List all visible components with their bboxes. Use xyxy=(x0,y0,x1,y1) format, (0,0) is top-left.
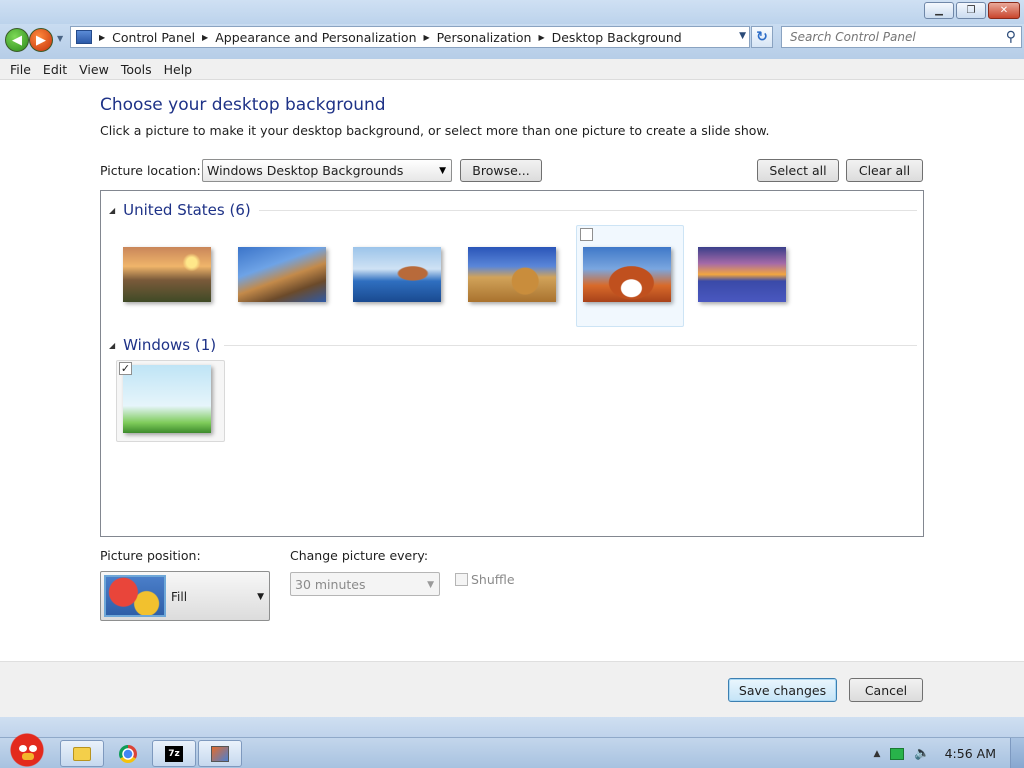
breadcrumb-separator-icon[interactable]: ▶ xyxy=(424,33,430,42)
search-icon[interactable]: ⚲ xyxy=(1006,29,1016,45)
cancel-button[interactable]: Cancel xyxy=(849,678,923,702)
page-title: Choose your desktop background xyxy=(100,95,386,115)
minimize-button[interactable]: ▁ xyxy=(924,2,954,19)
breadcrumb-appearance[interactable]: Appearance and Personalization xyxy=(215,30,416,45)
personalization-icon xyxy=(211,745,229,762)
address-bar[interactable]: ▶ Control Panel ▶ Appearance and Persona… xyxy=(70,26,750,48)
change-picture-label: Change picture every: xyxy=(290,548,429,563)
picture-position-value: Fill xyxy=(171,590,188,604)
page-description: Click a picture to make it your desktop … xyxy=(100,123,770,138)
restore-button[interactable]: ❐ xyxy=(956,2,986,19)
shuffle-checkbox-box[interactable] xyxy=(455,573,468,586)
group-title: United States (6) xyxy=(123,201,251,219)
taskbar: 7z ▲ 🔈 4:56 AM xyxy=(0,728,1024,768)
picture-location-label: Picture location: xyxy=(100,163,201,178)
breadcrumb-control-panel[interactable]: Control Panel xyxy=(112,30,195,45)
back-button[interactable]: ◀ xyxy=(5,28,29,52)
wallpaper-thumbnail-lake-flowers[interactable] xyxy=(698,247,786,302)
clock[interactable]: 4:56 AM xyxy=(945,746,996,761)
save-changes-button[interactable]: Save changes xyxy=(728,678,837,702)
volume-icon[interactable]: 🔈 xyxy=(914,746,930,761)
menu-bar: File Edit View Tools Help xyxy=(0,59,1024,80)
search-box[interactable]: ⚲ xyxy=(781,26,1022,48)
7zip-icon: 7z xyxy=(165,745,183,762)
bird-beak xyxy=(22,753,34,760)
chevron-down-icon: ▼ xyxy=(427,580,434,590)
window-title-bar: ▁ ❐ ✕ xyxy=(0,0,1024,24)
collapse-triangle-icon[interactable]: ◢ xyxy=(109,206,115,215)
change-interval-value: 30 minutes xyxy=(295,576,366,592)
wallpaper-thumbnail-sunset-valley[interactable] xyxy=(123,247,211,302)
wallpaper-thumbnail-lighthouse[interactable] xyxy=(238,247,326,302)
group-title: Windows (1) xyxy=(123,336,217,354)
breadcrumb-desktop-background[interactable]: Desktop Background xyxy=(552,30,682,45)
breadcrumb-separator-icon[interactable]: ▶ xyxy=(99,33,105,42)
shuffle-checkbox[interactable]: Shuffle xyxy=(455,572,515,587)
menu-tools[interactable]: Tools xyxy=(116,62,157,77)
picture-position-select[interactable]: Fill ▼ xyxy=(100,571,270,621)
recent-pages-chevron-icon[interactable]: ▼ xyxy=(57,34,63,43)
bird-eye xyxy=(19,745,27,752)
browse-button[interactable]: Browse... xyxy=(460,159,542,182)
wallpaper-thumbnail-rock-coast[interactable] xyxy=(353,247,441,302)
window-bottom-border xyxy=(0,717,1024,737)
taskbar-explorer-button[interactable] xyxy=(60,740,104,767)
window-controls: ▁ ❐ ✕ xyxy=(924,2,1020,19)
flower-preview-icon xyxy=(104,575,166,617)
select-all-button[interactable]: Select all xyxy=(757,159,839,182)
control-panel-icon xyxy=(76,30,92,44)
picture-location-value: Windows Desktop Backgrounds xyxy=(207,163,404,178)
thumbnail-checkbox-checked[interactable]: ✓ xyxy=(119,362,132,375)
menu-file[interactable]: File xyxy=(5,62,36,77)
picture-gallery[interactable]: ◢ United States (6) ◢ Windows (1) ✓ xyxy=(100,190,924,537)
taskbar-7zip-button[interactable]: 7z xyxy=(152,740,196,767)
dialog-footer: Save changes Cancel xyxy=(0,661,1024,717)
forward-button[interactable]: ▶ xyxy=(29,28,53,52)
wallpaper-thumbnail-arch[interactable] xyxy=(583,247,671,302)
picture-position-label: Picture position: xyxy=(100,548,201,563)
system-tray: ▲ 🔈 4:56 AM xyxy=(874,738,1024,768)
menu-help[interactable]: Help xyxy=(159,62,198,77)
chevron-down-icon: ▼ xyxy=(439,166,446,176)
menu-edit[interactable]: Edit xyxy=(38,62,72,77)
menu-view[interactable]: View xyxy=(74,62,114,77)
breadcrumb-personalization[interactable]: Personalization xyxy=(437,30,532,45)
start-button-angry-bird-icon[interactable] xyxy=(6,728,48,768)
change-interval-select[interactable]: 30 minutes ▼ xyxy=(290,572,440,596)
chevron-down-icon: ▼ xyxy=(257,592,264,602)
close-button[interactable]: ✕ xyxy=(988,2,1020,19)
thumbnail-checkbox[interactable] xyxy=(580,228,593,241)
network-icon[interactable] xyxy=(890,747,905,760)
clear-all-button[interactable]: Clear all xyxy=(846,159,923,182)
group-divider xyxy=(224,344,917,346)
breadcrumb-separator-icon[interactable]: ▶ xyxy=(202,33,208,42)
group-divider xyxy=(258,209,917,211)
wallpaper-thumbnail-hay-bale[interactable] xyxy=(468,247,556,302)
group-header-united-states[interactable]: ◢ United States (6) xyxy=(109,201,917,219)
collapse-triangle-icon[interactable]: ◢ xyxy=(109,341,115,350)
taskbar-control-panel-button[interactable] xyxy=(198,740,242,767)
main-content: Choose your desktop background Click a p… xyxy=(0,81,1024,661)
group-header-windows[interactable]: ◢ Windows (1) xyxy=(109,336,917,354)
address-dropdown-icon[interactable]: ▼ xyxy=(739,31,746,41)
folder-icon xyxy=(73,746,91,761)
bird-eye xyxy=(29,745,37,752)
taskbar-chrome-button[interactable] xyxy=(106,740,150,767)
search-input[interactable] xyxy=(790,30,995,44)
refresh-button[interactable]: ↻ xyxy=(751,26,773,48)
chrome-icon xyxy=(119,744,137,763)
wallpaper-thumbnail-windows[interactable] xyxy=(123,365,211,433)
shuffle-label: Shuffle xyxy=(471,572,515,587)
navigation-bar: ◀ ▶ ▼ ▶ Control Panel ▶ Appearance and P… xyxy=(0,24,1024,59)
show-desktop-button[interactable] xyxy=(1010,738,1024,768)
picture-location-select[interactable]: Windows Desktop Backgrounds ▼ xyxy=(202,159,452,182)
breadcrumb-separator-icon[interactable]: ▶ xyxy=(538,33,544,42)
show-hidden-icons-icon[interactable]: ▲ xyxy=(874,749,881,759)
